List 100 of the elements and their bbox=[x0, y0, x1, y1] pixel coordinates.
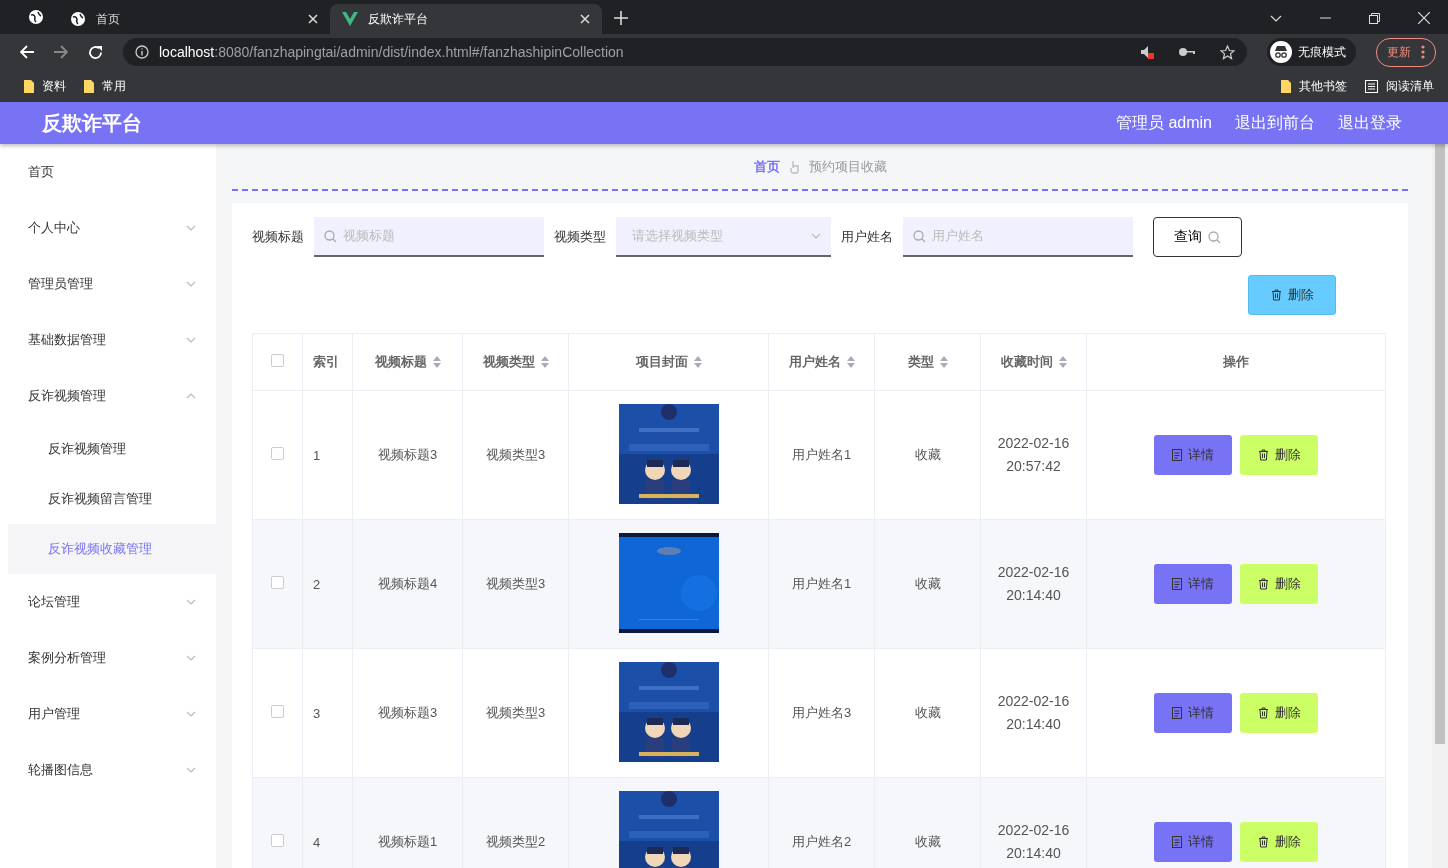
table-cell-text: 2022-02-16 20:57:42 bbox=[996, 434, 1071, 476]
update-button[interactable]: 更新 bbox=[1376, 37, 1436, 67]
close-icon[interactable] bbox=[308, 14, 318, 24]
header-link[interactable]: 管理员 admin bbox=[1115, 112, 1212, 134]
sidebar-item[interactable]: 反诈视频管理 bbox=[8, 368, 216, 424]
sidebar-item[interactable]: 案例分析管理 bbox=[8, 630, 216, 686]
filter-label: 视频标题 bbox=[252, 228, 304, 246]
column-header: 用户姓名 bbox=[788, 353, 841, 371]
checkbox[interactable] bbox=[271, 354, 284, 367]
incognito-icon bbox=[1270, 41, 1292, 63]
table-cell: 3 bbox=[313, 705, 321, 721]
checkbox[interactable] bbox=[271, 705, 284, 718]
sort-icon[interactable] bbox=[432, 356, 441, 368]
list-icon bbox=[1365, 79, 1378, 93]
chevron-icon bbox=[811, 233, 821, 239]
muted-speaker-icon[interactable] bbox=[1140, 45, 1154, 59]
search-icon bbox=[1208, 230, 1221, 244]
checkbox[interactable] bbox=[271, 576, 284, 589]
sort-icon[interactable] bbox=[693, 356, 702, 368]
browser-tab[interactable]: 反欺诈平台 bbox=[330, 4, 602, 34]
trash-icon bbox=[1257, 836, 1269, 848]
sort-icon[interactable] bbox=[846, 356, 855, 368]
star-icon[interactable] bbox=[1220, 44, 1235, 60]
header-link[interactable]: 退出登录 bbox=[1338, 112, 1402, 134]
table-cell: 视频标题1 bbox=[377, 834, 438, 849]
folder-icon bbox=[84, 79, 94, 93]
breadcrumb-current: 预约项目收藏 bbox=[808, 157, 887, 176]
delete-button[interactable]: 删除 bbox=[1248, 275, 1336, 315]
back-icon[interactable] bbox=[20, 45, 34, 59]
more-icon bbox=[1421, 45, 1425, 59]
table-cell: 4 bbox=[313, 834, 321, 850]
document-icon bbox=[1172, 836, 1182, 848]
bookmark[interactable]: 其他书签 bbox=[1281, 77, 1347, 95]
restore-icon[interactable] bbox=[1369, 12, 1380, 24]
breadcrumb-link[interactable]: 首页 bbox=[753, 157, 780, 176]
column-header: 项目封面 bbox=[635, 353, 688, 371]
query-button[interactable]: 查询 bbox=[1153, 217, 1242, 257]
column-header: 视频标题 bbox=[374, 353, 427, 371]
sidebar-item[interactable]: 管理员管理 bbox=[8, 256, 216, 312]
browser-tab[interactable]: 首页 bbox=[58, 4, 330, 34]
close-icon[interactable] bbox=[580, 14, 590, 24]
table-cell: 视频类型3 bbox=[485, 576, 546, 591]
table-cell: 1 bbox=[313, 447, 321, 463]
sidebar-subitem[interactable]: 反诈视频收藏管理 bbox=[8, 524, 216, 574]
trash-icon bbox=[1257, 449, 1269, 461]
table-cell: 2 bbox=[313, 576, 321, 592]
plus-icon[interactable] bbox=[614, 11, 628, 25]
sidebar-item[interactable]: 轮播图信息 bbox=[8, 742, 216, 798]
column-header: 操作 bbox=[1223, 353, 1249, 371]
table-cell: 视频标题3 bbox=[377, 447, 438, 462]
column-header: 收藏时间 bbox=[1000, 353, 1053, 371]
bookmark[interactable]: 资料 bbox=[24, 77, 66, 95]
delete-button[interactable]: 删除 bbox=[1240, 564, 1318, 604]
table-cell: 视频类型2 bbox=[485, 834, 546, 849]
app-title: 反欺诈平台 bbox=[42, 110, 143, 136]
filter-label: 视频类型 bbox=[554, 228, 606, 246]
folder-icon bbox=[24, 79, 34, 93]
delete-button[interactable]: 删除 bbox=[1240, 693, 1318, 733]
document-icon bbox=[1172, 707, 1182, 719]
globe-icon bbox=[70, 11, 86, 27]
sort-icon[interactable] bbox=[939, 356, 948, 368]
close-icon[interactable] bbox=[1418, 12, 1430, 24]
table-cell: 视频类型3 bbox=[485, 705, 546, 720]
column-header: 索引 bbox=[313, 353, 339, 371]
chevron-down-icon[interactable] bbox=[1270, 14, 1282, 22]
search-icon bbox=[324, 229, 337, 243]
incognito-badge[interactable]: 无痕模式 bbox=[1267, 38, 1356, 66]
v-logo-icon bbox=[342, 12, 358, 26]
sort-icon[interactable] bbox=[1058, 356, 1067, 368]
document-icon bbox=[1172, 449, 1182, 461]
forward-icon[interactable] bbox=[54, 45, 68, 59]
delete-button[interactable]: 删除 bbox=[1240, 822, 1318, 862]
sidebar-item[interactable]: 用户管理 bbox=[8, 686, 216, 742]
bookmark[interactable]: 常用 bbox=[84, 77, 126, 95]
info-icon bbox=[135, 45, 149, 59]
sidebar-subitem[interactable]: 反诈视频留言管理 bbox=[8, 474, 216, 524]
sort-icon[interactable] bbox=[540, 356, 549, 368]
sidebar-item[interactable]: 基础数据管理 bbox=[8, 312, 216, 368]
reading-list-button[interactable]: 阅读清单 bbox=[1365, 77, 1434, 95]
table-cell: 收藏 bbox=[914, 705, 941, 720]
sidebar-subitem[interactable]: 反诈视频管理 bbox=[8, 424, 216, 474]
checkbox[interactable] bbox=[271, 834, 284, 847]
address-bar[interactable]: localhost:8080/fanzhapingtai/admin/dist/index.html#/fanzhashipinCollection bbox=[123, 38, 1247, 66]
sidebar-item[interactable]: 论坛管理 bbox=[8, 574, 216, 630]
delete-button[interactable]: 删除 bbox=[1240, 435, 1318, 475]
reload-icon[interactable] bbox=[88, 44, 103, 60]
checkbox[interactable] bbox=[271, 447, 284, 460]
key-icon[interactable] bbox=[1178, 47, 1196, 57]
header-link[interactable]: 退出到前台 bbox=[1235, 112, 1315, 134]
table-cell: 用户姓名3 bbox=[791, 705, 852, 720]
filter-label: 用户姓名 bbox=[841, 228, 893, 246]
trash-icon bbox=[1257, 707, 1269, 719]
table-cell-text: 2022-02-16 20:14:40 bbox=[996, 692, 1071, 734]
folder-icon bbox=[1281, 79, 1291, 93]
scrollbar-thumb[interactable] bbox=[1435, 144, 1445, 744]
sidebar-item[interactable]: 首页 bbox=[8, 144, 216, 200]
sidebar-item[interactable]: 个人中心 bbox=[8, 200, 216, 256]
column-header: 视频类型 bbox=[482, 353, 535, 371]
hand-icon bbox=[789, 159, 799, 174]
document-icon bbox=[1172, 578, 1182, 590]
